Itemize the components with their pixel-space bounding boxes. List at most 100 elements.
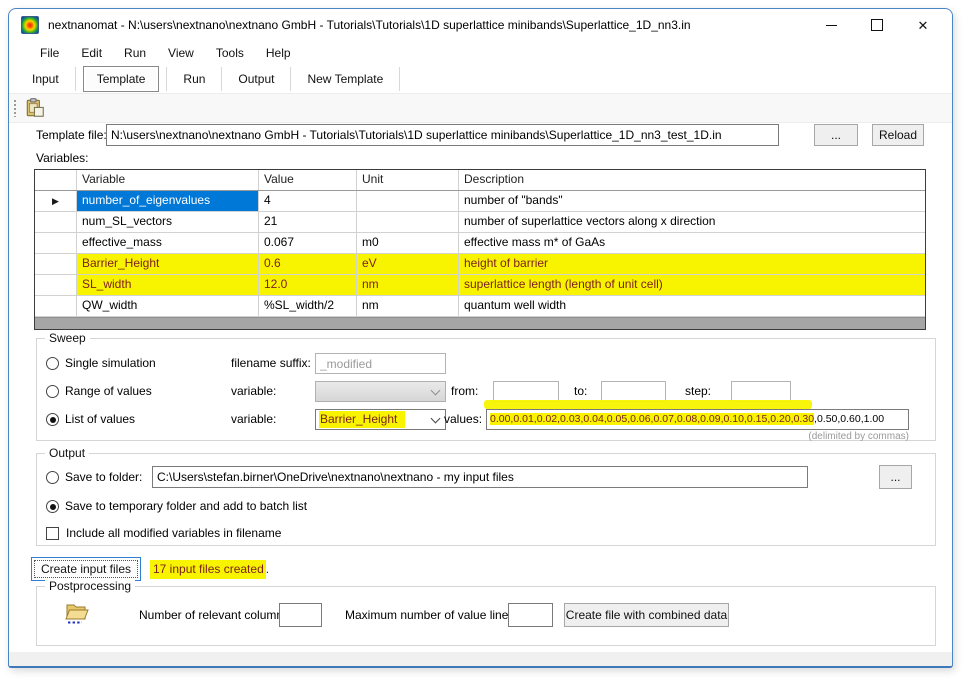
table-row: effective_mass 0.067 m0 effective mass m… [35, 233, 925, 254]
filename-suffix-label: filename suffix: [231, 353, 311, 374]
row-selector[interactable] [35, 275, 77, 295]
tab-run[interactable]: Run [170, 67, 218, 91]
value-lines-input[interactable] [508, 603, 553, 627]
menu-view[interactable]: View [157, 41, 205, 65]
output-group-title: Output [45, 446, 89, 461]
menu-tools[interactable]: Tools [205, 41, 255, 65]
cell-description[interactable]: quantum well width [459, 296, 925, 316]
header-variable: Variable [77, 170, 259, 190]
from-input[interactable] [493, 381, 559, 402]
header-unit: Unit [357, 170, 459, 190]
cell-description[interactable]: number of "bands" [459, 191, 925, 211]
menu-file[interactable]: File [29, 41, 70, 65]
combine-data-button[interactable]: Create file with combined data [564, 603, 729, 627]
cell-variable[interactable]: number_of_eigenvalues [77, 191, 259, 211]
cell-unit[interactable]: nm [357, 275, 459, 295]
tab-separator [75, 67, 76, 91]
single-simulation-radio[interactable] [46, 357, 59, 370]
cell-value[interactable]: 4 [259, 191, 357, 211]
values-input[interactable]: 0.00,0.01,0.02,0.03,0.04,0.05,0.06,0.07,… [486, 409, 909, 430]
minimize-button[interactable] [808, 9, 854, 41]
postprocessing-group-title: Postprocessing [45, 579, 135, 594]
range-variable-dropdown[interactable] [315, 381, 446, 402]
cell-unit[interactable]: m0 [357, 233, 459, 253]
cell-variable[interactable]: effective_mass [77, 233, 259, 253]
save-to-folder-radio[interactable] [46, 471, 59, 484]
cell-description[interactable]: superlattice length (length of unit cell… [459, 275, 925, 295]
cell-unit[interactable]: eV [357, 254, 459, 274]
minimize-icon [826, 25, 837, 26]
open-folder-icon[interactable] [64, 601, 90, 625]
close-button[interactable]: ✕ [900, 9, 946, 41]
row-selector[interactable] [35, 212, 77, 232]
sweep-group: Sweep Single simulation filename suffix:… [36, 338, 936, 441]
app-icon[interactable] [21, 16, 39, 34]
menu-edit[interactable]: Edit [70, 41, 113, 65]
cell-unit[interactable] [357, 191, 459, 211]
cell-value[interactable]: 12.0 [259, 275, 357, 295]
tab-separator [221, 67, 222, 91]
save-to-temp-label: Save to temporary folder and add to batc… [65, 496, 307, 517]
tab-output[interactable]: Output [225, 67, 287, 91]
toolbar [9, 93, 952, 123]
save-to-folder-label: Save to folder: [65, 467, 142, 488]
status-highlighted: 17 input files created [150, 560, 266, 579]
template-file-label: Template file: [36, 125, 107, 146]
tabstrip: Input Template Run Output New Template [9, 65, 952, 93]
close-icon: ✕ [918, 19, 929, 32]
template-browse-button[interactable]: ... [814, 124, 858, 146]
cell-value[interactable]: 21 [259, 212, 357, 232]
table-header-row: Variable Value Unit Description [35, 170, 925, 191]
values-rest: ,0.50,0.60,1.00 [814, 413, 884, 425]
cell-unit[interactable]: nm [357, 296, 459, 316]
cell-variable[interactable]: SL_width [77, 275, 259, 295]
tab-new-template[interactable]: New Template [294, 67, 396, 91]
maximize-button[interactable] [854, 9, 900, 41]
cell-value[interactable]: 0.6 [259, 254, 357, 274]
row-selector[interactable] [35, 296, 77, 316]
table-row: ▶ number_of_eigenvalues 4 number of "ban… [35, 191, 925, 212]
cell-variable[interactable]: QW_width [77, 296, 259, 316]
save-folder-input[interactable] [152, 466, 808, 488]
range-of-values-radio[interactable] [46, 385, 59, 398]
save-to-temp-radio[interactable] [46, 500, 59, 513]
paste-icon[interactable] [24, 97, 46, 119]
template-file-input[interactable] [106, 124, 779, 146]
list-variable-dropdown[interactable]: Barrier_Height [315, 409, 446, 430]
step-input[interactable] [731, 381, 791, 402]
cell-description[interactable]: height of barrier [459, 254, 925, 274]
list-of-values-radio[interactable] [46, 413, 59, 426]
cell-variable[interactable]: Barrier_Height [77, 254, 259, 274]
cell-description[interactable]: effective mass m* of GaAs [459, 233, 925, 253]
row-selector[interactable] [35, 233, 77, 253]
cell-value[interactable]: 0.067 [259, 233, 357, 253]
cell-unit[interactable] [357, 212, 459, 232]
maximize-icon [871, 19, 883, 31]
to-input[interactable] [601, 381, 666, 402]
toolbar-grip-icon [14, 100, 16, 117]
sweep-group-title: Sweep [45, 331, 90, 346]
output-browse-button[interactable]: ... [879, 465, 912, 489]
tab-input[interactable]: Input [19, 67, 72, 91]
row-selector[interactable] [35, 254, 77, 274]
values-highlighted: 0.00,0.01,0.02,0.03,0.04,0.05,0.06,0.07,… [490, 413, 814, 425]
reload-button[interactable]: Reload [872, 124, 924, 146]
marker-highlight [484, 400, 812, 409]
row-selector-arrow-icon[interactable]: ▶ [35, 191, 77, 211]
titlebar: nextnanomat - N:\users\nextnano\nextnano… [9, 9, 952, 41]
include-variables-checkbox[interactable] [46, 527, 59, 540]
relevant-column-input[interactable] [279, 603, 322, 627]
step-label: step: [685, 381, 711, 402]
cell-description[interactable]: number of superlattice vectors along x d… [459, 212, 925, 232]
header-description: Description [459, 170, 925, 190]
cell-value[interactable]: %SL_width/2 [259, 296, 357, 316]
menu-help[interactable]: Help [255, 41, 302, 65]
filename-suffix-input[interactable] [315, 353, 446, 374]
table-horizontal-scrollbar[interactable] [35, 317, 925, 329]
tab-template[interactable]: Template [83, 66, 160, 92]
value-lines-label: Maximum number of value lines: [345, 603, 518, 627]
create-input-files-button[interactable]: Create input files [31, 557, 141, 581]
tab-separator [166, 67, 167, 91]
cell-variable[interactable]: num_SL_vectors [77, 212, 259, 232]
menu-run[interactable]: Run [113, 41, 157, 65]
